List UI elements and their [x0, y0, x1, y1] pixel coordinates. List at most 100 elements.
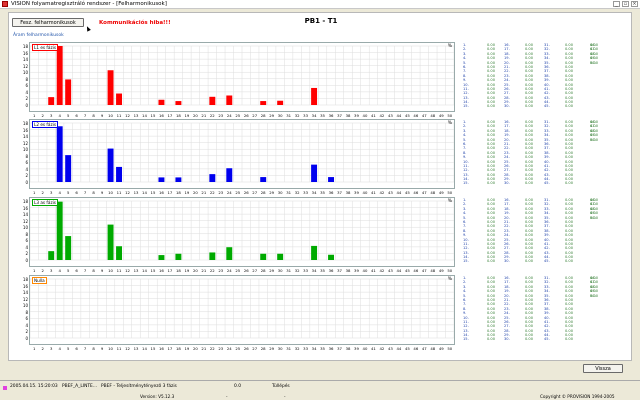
table-row: 15. 0.00 30. 0.00 45. 0.00	[463, 259, 631, 263]
series-label: L2 es fázis	[32, 121, 59, 128]
y-tick: 8	[25, 309, 28, 315]
x-tick: 50	[447, 190, 453, 195]
x-tick: 45	[404, 113, 410, 118]
x-tick: 25	[235, 268, 241, 273]
x-tick: 10	[108, 346, 113, 351]
bar-h34	[311, 164, 318, 182]
table-cell: 15.	[463, 181, 469, 186]
mouse-cursor-icon	[85, 25, 91, 32]
close-icon[interactable]: ×	[631, 1, 638, 7]
x-tick: 37	[337, 113, 342, 118]
voltage-harmonics-button[interactable]: Fesz. felharmonikusok	[12, 18, 84, 27]
x-tick: 29	[269, 346, 275, 351]
x-tick: 42	[379, 268, 385, 273]
table-cell: 30.	[504, 259, 510, 264]
y-tick: 6	[25, 316, 28, 322]
back-button[interactable]: Vissza	[583, 364, 623, 373]
x-tick: 35	[320, 113, 325, 118]
x-tick: 4	[58, 268, 61, 273]
x-tick: 47	[421, 346, 427, 351]
bar-h22	[209, 174, 216, 182]
table-cell: 30.	[504, 181, 510, 186]
x-tick: 49	[438, 268, 444, 273]
x-tick: 38	[345, 190, 351, 195]
y-axis: 18 16 14 12 10 8 6 4 2 0	[16, 198, 28, 263]
x-tick: 23	[218, 346, 224, 351]
table-cell: 15.	[463, 104, 469, 109]
x-tick: 13	[133, 268, 139, 273]
table-cell: 45.	[544, 337, 550, 342]
x-tick: 1	[33, 113, 36, 118]
x-tick: 48	[430, 113, 436, 118]
bar-h18	[175, 253, 182, 260]
bar-h3	[48, 97, 55, 105]
x-tick: 21	[201, 346, 207, 351]
table-cell: 0.00	[487, 181, 496, 186]
y-tick: 12	[22, 296, 28, 302]
x-tick: 8	[92, 190, 95, 195]
x-tick: 23	[218, 113, 224, 118]
x-tick: 31	[286, 268, 292, 273]
table-cell: 15.	[463, 337, 469, 342]
x-tick: 11	[116, 113, 122, 118]
current-harmonics-link[interactable]: Áram felharmonikusok	[13, 33, 64, 38]
x-tick: 22	[209, 346, 215, 351]
x-tick: 14	[142, 190, 147, 195]
x-tick: 18	[175, 190, 181, 195]
x-tick: 12	[125, 113, 130, 118]
bar-h11	[116, 93, 123, 105]
x-tick: 30	[277, 113, 283, 118]
table-cell: 0.00	[565, 337, 574, 342]
x-tick: 36	[328, 190, 334, 195]
x-tick: 2	[41, 346, 44, 351]
x-tick: 44	[396, 346, 402, 351]
x-tick: 19	[184, 346, 190, 351]
status-description: PBEF - Teljesítménytényező 3 fázis	[101, 384, 177, 389]
x-tick: 49	[438, 113, 444, 118]
bar-h3	[48, 251, 55, 260]
x-tick: 5	[66, 268, 70, 273]
x-tick: 39	[354, 346, 359, 351]
minimize-icon[interactable]: _	[613, 1, 620, 7]
x-tick: 47	[421, 113, 427, 118]
x-tick: 34	[311, 268, 317, 273]
x-tick: 16	[159, 268, 164, 273]
x-tick: 21	[201, 113, 207, 118]
y-tick: 12	[22, 63, 28, 69]
x-tick: 16	[159, 113, 164, 118]
main-area: Fesz. felharmonikusok Kommunikációs hiba…	[8, 12, 632, 373]
x-tick: 12	[125, 190, 130, 195]
x-tick: 40	[362, 113, 368, 118]
x-tick: 9	[100, 190, 104, 195]
x-tick: 20	[192, 346, 198, 351]
x-tick: 43	[387, 268, 393, 273]
chart-plot	[30, 122, 454, 183]
x-tick: 30	[277, 190, 283, 195]
x-tick: 46	[413, 268, 419, 273]
table-cell: 15.	[463, 259, 469, 264]
x-tick: 5	[66, 346, 70, 351]
bar-h18	[175, 177, 182, 182]
y-axis: 18 16 14 12 10 8 6 4 2 0	[16, 43, 28, 108]
x-tick: 31	[286, 346, 292, 351]
x-tick: 46	[413, 346, 419, 351]
bar-h4	[56, 46, 63, 105]
bar-h30	[277, 253, 284, 260]
copyright-label: Copyright © PROVISION 1994-2005	[540, 394, 615, 399]
window-title: VISION folyamatregisztráló rendszer - [F…	[11, 1, 167, 7]
app-icon	[2, 1, 8, 7]
restore-icon[interactable]: ▫	[622, 1, 629, 7]
bar-h4	[56, 126, 63, 182]
y-axis: 18 16 14 12 10 8 6 4 2 0	[16, 276, 28, 341]
x-tick: 23	[218, 190, 224, 195]
x-tick: 44	[396, 268, 402, 273]
x-tick: 34	[311, 113, 317, 118]
bar-h28	[260, 177, 267, 182]
x-tick: 21	[201, 268, 207, 273]
table-cell: 0.00	[487, 259, 496, 264]
x-tick: 41	[371, 190, 376, 195]
x-tick: 2	[41, 113, 44, 118]
unit-label: %	[447, 199, 452, 204]
x-tick: 45	[404, 268, 410, 273]
y-tick: 8	[25, 231, 28, 237]
